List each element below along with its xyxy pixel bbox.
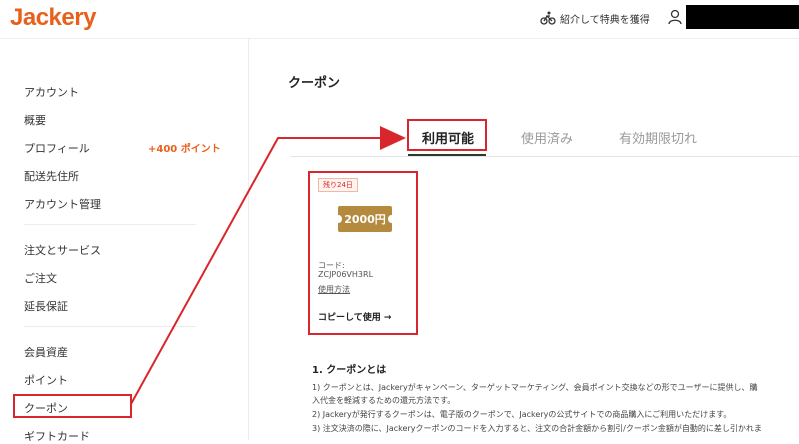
coupon-code: ZCJP06VH3RL bbox=[318, 270, 374, 279]
info-paragraph: 入代金を軽減するための還元方法です。 bbox=[312, 396, 456, 405]
user-account-button[interactable] bbox=[668, 9, 682, 29]
user-icon bbox=[668, 9, 682, 25]
sidebar-item-shipping[interactable]: 配送先住所 bbox=[24, 168, 79, 184]
sidebar-item-orders[interactable]: ご注文 bbox=[24, 270, 57, 286]
sidebar-divider bbox=[24, 326, 196, 327]
page-title: クーポン bbox=[288, 76, 341, 91]
referral-link[interactable]: 紹介して特典を獲得 bbox=[540, 10, 650, 26]
sidebar-item-overview[interactable]: 概要 bbox=[24, 112, 46, 128]
info-paragraph: 3) 注文決済の際に、Jackeryクーポンのコードを入力すると、注文の合計金額… bbox=[312, 424, 762, 433]
top-bar: Jackery 紹介して特典を獲得 bbox=[0, 0, 799, 39]
sidebar-item-points[interactable]: ポイント bbox=[24, 372, 68, 388]
referral-label: 紹介して特典を獲得 bbox=[560, 14, 650, 26]
sidebar-item-warranty[interactable]: 延長保証 bbox=[24, 298, 68, 314]
sidebar-item-profile[interactable]: プロフィール bbox=[24, 140, 90, 156]
copy-and-use-button[interactable]: コピーして使用 → bbox=[318, 310, 391, 323]
info-paragraph: 1) クーポンとは、Jackeryがキャンペーン、ターゲットマーケティング、会員… bbox=[312, 383, 758, 392]
annotation-highlight-tab bbox=[407, 119, 487, 151]
info-section-title: 1. クーポンとは bbox=[312, 365, 387, 376]
tab-used[interactable]: 使用済み bbox=[521, 128, 573, 147]
info-paragraph: 2) Jackeryが発行するクーポンは、電子版のクーポンで、Jackeryの公… bbox=[312, 410, 732, 419]
sidebar-item-account-management[interactable]: アカウント管理 bbox=[24, 196, 101, 212]
coupon-amount: 2000円 bbox=[344, 213, 386, 226]
sidebar-item-gift-card[interactable]: ギフトカード bbox=[24, 428, 90, 444]
sidebar-heading-account: アカウント bbox=[24, 86, 79, 99]
sidebar-heading-orders: 注文とサービス bbox=[24, 244, 101, 257]
sidebar-divider bbox=[24, 224, 196, 225]
referral-bike-icon bbox=[540, 11, 556, 25]
tab-expired[interactable]: 有効期限切れ bbox=[619, 128, 697, 147]
annotation-highlight-coupon bbox=[13, 394, 132, 418]
jackery-logo[interactable]: Jackery bbox=[10, 4, 96, 32]
coupon-card: 残り24日 2000円 コード: ZCJP06VH3RL 使用方法 コピーして使… bbox=[308, 171, 418, 335]
how-to-use-link[interactable]: 使用方法 bbox=[318, 284, 350, 295]
redacted-username bbox=[686, 5, 799, 29]
account-sidebar: アカウント 概要 プロフィール +400 ポイント 配送先住所 アカウント管理 … bbox=[0, 38, 249, 443]
tabs-baseline bbox=[290, 156, 799, 157]
days-remaining-badge: 残り24日 bbox=[318, 178, 358, 192]
active-tab-indicator bbox=[408, 154, 486, 156]
coupon-ticket-icon: 2000円 bbox=[335, 206, 395, 232]
profile-points-badge: +400 ポイント bbox=[148, 144, 221, 155]
sidebar-heading-assets: 会員資産 bbox=[24, 346, 68, 359]
